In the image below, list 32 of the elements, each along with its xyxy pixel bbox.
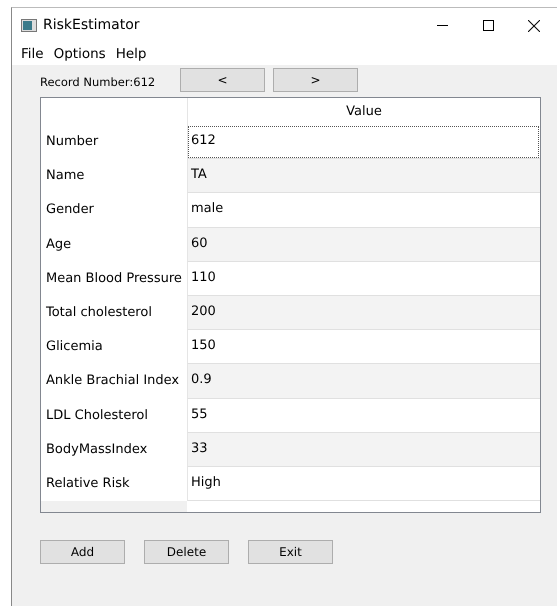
table-cell[interactable]: 612	[187, 125, 540, 160]
menu-item[interactable]: File	[16, 44, 49, 64]
app-icon	[21, 19, 37, 32]
row-label: Ankle Brachial Index	[45, 372, 180, 390]
exit-button[interactable]: Exit	[248, 540, 333, 564]
table-cell[interactable]: 60	[187, 228, 540, 262]
row-label: Gender	[45, 201, 95, 220]
record-number-label: Record Number:612	[40, 74, 156, 92]
previous-button[interactable]: <	[180, 68, 265, 92]
table-cell[interactable]: High	[187, 466, 540, 502]
delete-button[interactable]: Delete	[144, 540, 229, 564]
row-label: Name	[45, 167, 86, 186]
table-cell[interactable]: 0.9	[187, 364, 540, 398]
row-label: LDL Cholesterol	[45, 406, 150, 424]
menu-item[interactable]: Options	[48, 44, 111, 64]
row-label: Total cholesterol	[45, 304, 153, 322]
row-label: Relative Risk	[45, 474, 131, 493]
close-icon	[528, 20, 540, 32]
table-cell[interactable]: 33	[187, 432, 540, 467]
row-label: Number	[45, 133, 100, 151]
next-button[interactable]: >	[273, 68, 358, 92]
add-button[interactable]: Add	[40, 540, 125, 564]
row-label: Age	[45, 236, 72, 254]
window-title: RiskEstimator	[43, 16, 141, 35]
column-header: Value	[187, 98, 540, 125]
menu-item[interactable]: Help	[110, 44, 152, 64]
table-cell[interactable]: 200	[187, 296, 540, 330]
row-label: Mean Blood Pressure	[45, 270, 183, 288]
maximize-icon	[482, 20, 494, 31]
table-cell[interactable]: TA	[187, 159, 540, 194]
row-label: BodyMassIndex	[45, 440, 148, 459]
row-label: Glicemia	[45, 338, 104, 356]
